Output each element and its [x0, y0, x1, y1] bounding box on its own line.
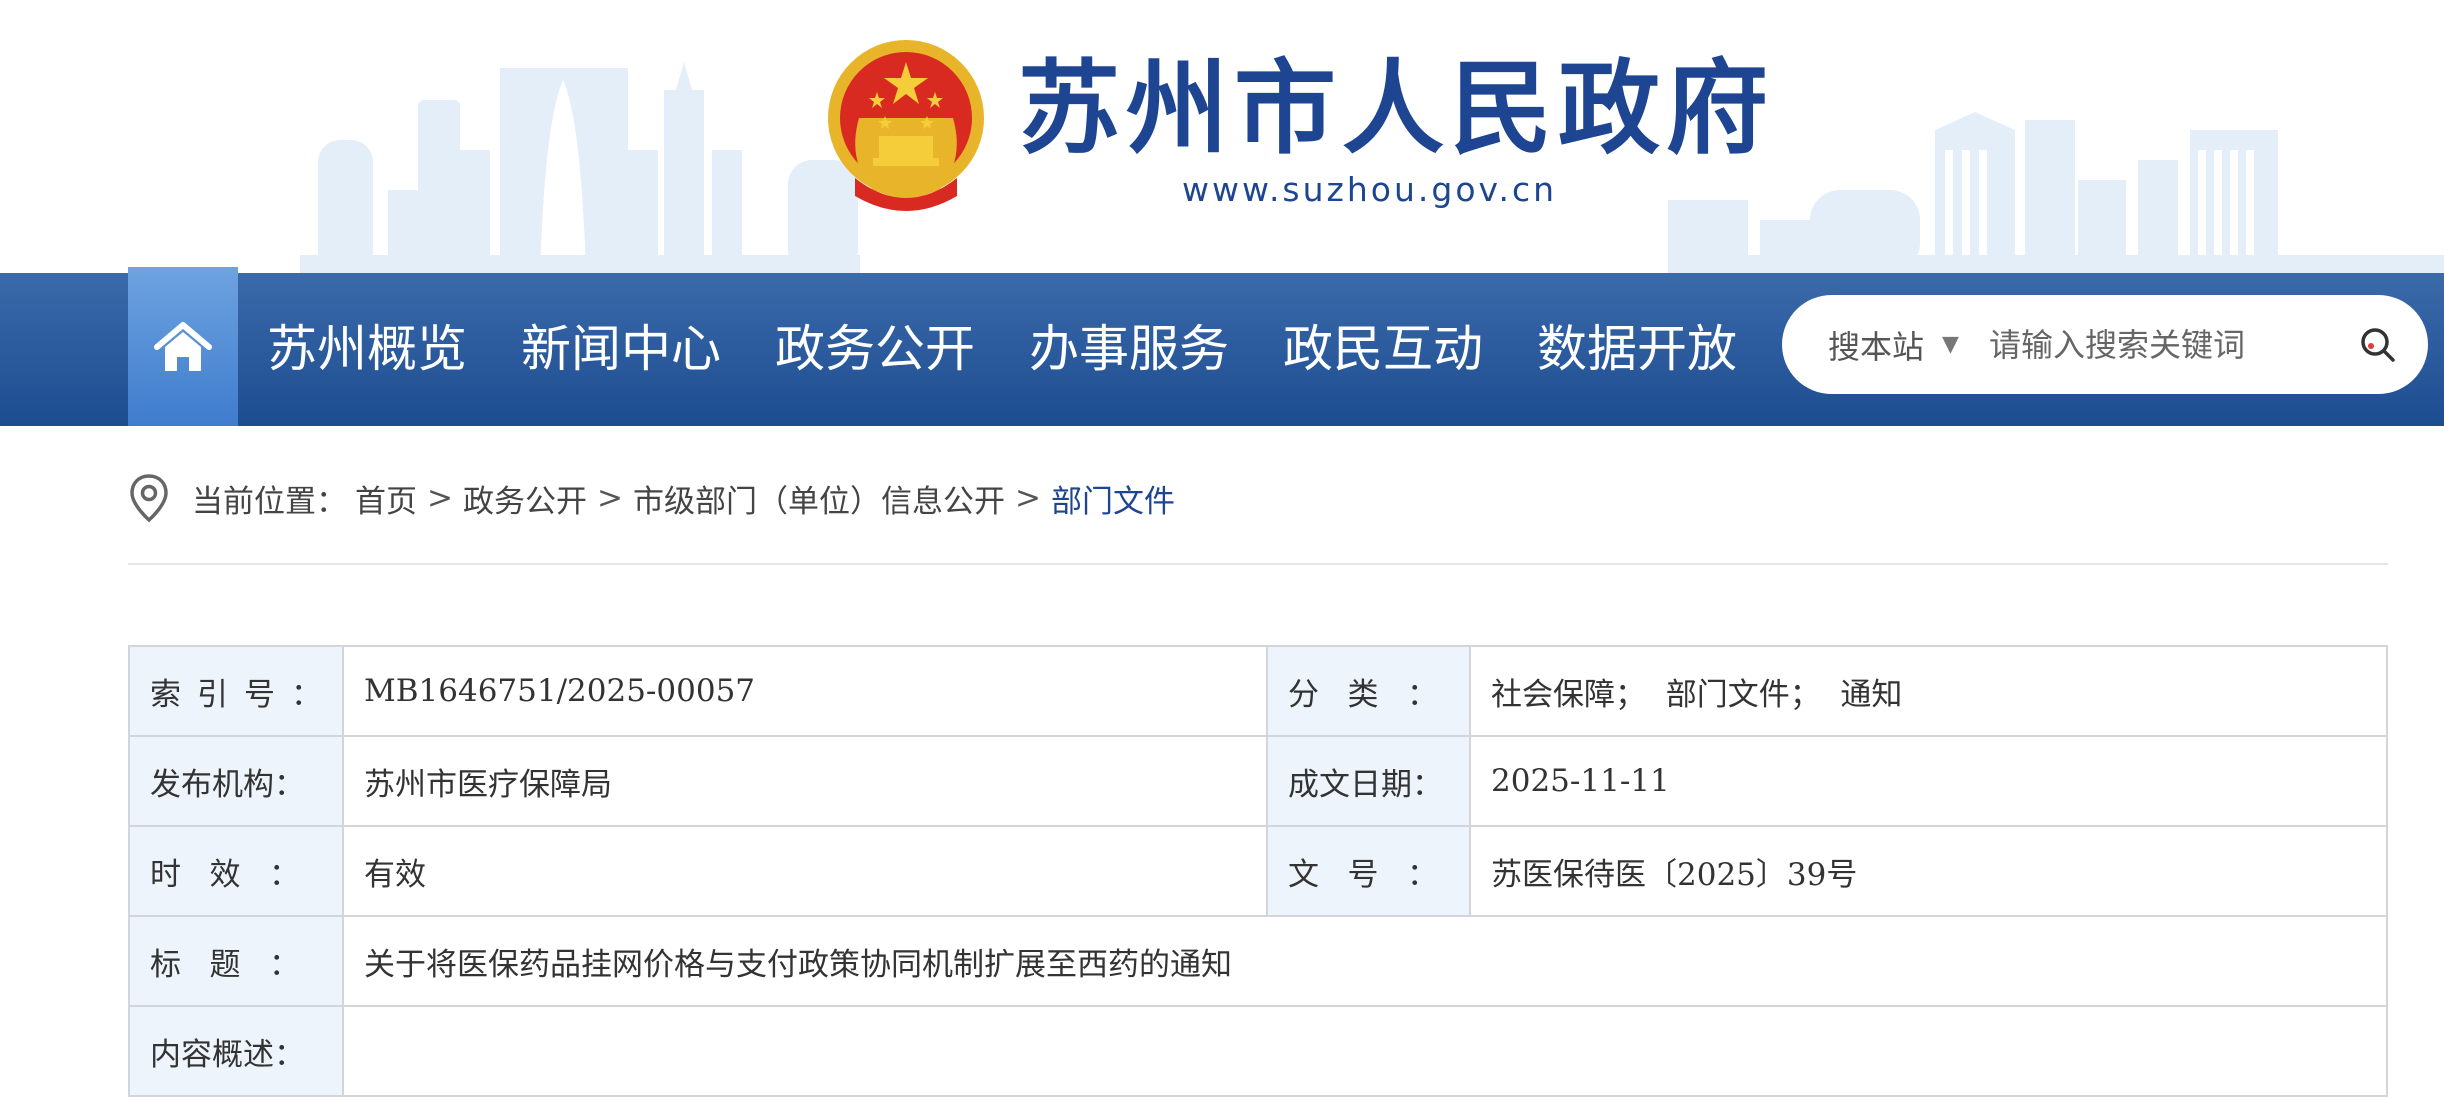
- label-document-number: 文号：: [1266, 825, 1471, 917]
- caret-down-icon: ▼: [1942, 332, 1959, 357]
- search-button[interactable]: [2356, 323, 2400, 367]
- nav-item-news[interactable]: 新闻中心: [494, 273, 748, 426]
- breadcrumb: 当前位置： 首页 > 政务公开 > 市级部门（单位）信息公开 > 部门文件: [128, 470, 1175, 526]
- value-validity: 有效: [342, 825, 1268, 917]
- nav-item-overview[interactable]: 苏州概览: [240, 273, 494, 426]
- label-title: 标题：: [128, 915, 344, 1007]
- value-summary: [342, 1005, 2388, 1097]
- value-document-number: 苏医保待医〔2025〕39号: [1469, 825, 2388, 917]
- search-input[interactable]: [1986, 324, 2347, 365]
- site-url: www.suzhou.gov.cn: [1182, 170, 1558, 209]
- divider: [128, 563, 2388, 565]
- table-row: 时效： 有效 文号： 苏医保待医〔2025〕39号: [128, 825, 2388, 917]
- home-icon: [154, 321, 212, 371]
- location-pin-icon: [128, 473, 170, 523]
- site-title: 苏州市人民政府: [1018, 50, 1774, 169]
- table-row: 发布机构： 苏州市医疗保障局 成文日期： 2025-11-11: [128, 735, 2388, 827]
- search-scope-dropdown[interactable]: 搜本站 ▼: [1828, 322, 1959, 368]
- search-icon: [2361, 328, 2395, 362]
- search-box: 搜本站 ▼: [1782, 295, 2428, 394]
- value-title: 关于将医保药品挂网价格与支付政策协同机制扩展至西药的通知: [342, 915, 2388, 1007]
- breadcrumb-separator: >: [427, 480, 453, 516]
- breadcrumb-department-disclosure[interactable]: 市级部门（单位）信息公开: [633, 476, 1005, 521]
- nav-menu: 苏州概览 新闻中心 政务公开 办事服务 政民互动 数据开放: [240, 273, 1764, 426]
- table-row: 标题： 关于将医保药品挂网价格与支付政策协同机制扩展至西药的通知: [128, 915, 2388, 1007]
- label-validity: 时效：: [128, 825, 344, 917]
- label-category: 分类：: [1266, 645, 1471, 737]
- value-publisher: 苏州市医疗保障局: [342, 735, 1268, 827]
- breadcrumb-government-affairs[interactable]: 政务公开: [463, 476, 587, 521]
- search-scope-label: 搜本站: [1828, 327, 1925, 366]
- breadcrumb-prefix: 当前位置：: [192, 483, 347, 520]
- nav-item-open-data[interactable]: 数据开放: [1510, 273, 1764, 426]
- breadcrumb-current[interactable]: 部门文件: [1051, 476, 1175, 521]
- site-header: 苏州市人民政府 www.suzhou.gov.cn: [0, 0, 2444, 273]
- nav-item-government-affairs[interactable]: 政务公开: [748, 273, 1002, 426]
- table-row: 索引号： MB1646751/2025-00057 分类： 社会保障； 部门文件…: [128, 645, 2388, 737]
- label-date-written: 成文日期：: [1266, 735, 1471, 827]
- value-category: 社会保障； 部门文件； 通知: [1469, 645, 2388, 737]
- breadcrumb-home[interactable]: 首页: [355, 476, 417, 521]
- value-index-number: MB1646751/2025-00057: [342, 645, 1268, 737]
- nav-item-interaction[interactable]: 政民互动: [1256, 273, 1510, 426]
- breadcrumb-separator: >: [1014, 480, 1041, 516]
- label-publisher: 发布机构：: [128, 735, 344, 827]
- main-navigation: 苏州概览 新闻中心 政务公开 办事服务 政民互动 数据开放 搜本站 ▼: [0, 267, 2444, 426]
- value-date-written: 2025-11-11: [1469, 735, 2388, 827]
- document-info-table: 索引号： MB1646751/2025-00057 分类： 社会保障； 部门文件…: [128, 645, 2388, 1097]
- nav-item-services[interactable]: 办事服务: [1002, 273, 1256, 426]
- label-index-number: 索引号：: [128, 645, 344, 737]
- national-emblem-icon: [828, 40, 984, 211]
- label-summary: 内容概述：: [128, 1005, 344, 1097]
- home-button[interactable]: [128, 267, 238, 426]
- breadcrumb-separator: >: [596, 480, 623, 516]
- table-row: 内容概述：: [128, 1005, 2388, 1097]
